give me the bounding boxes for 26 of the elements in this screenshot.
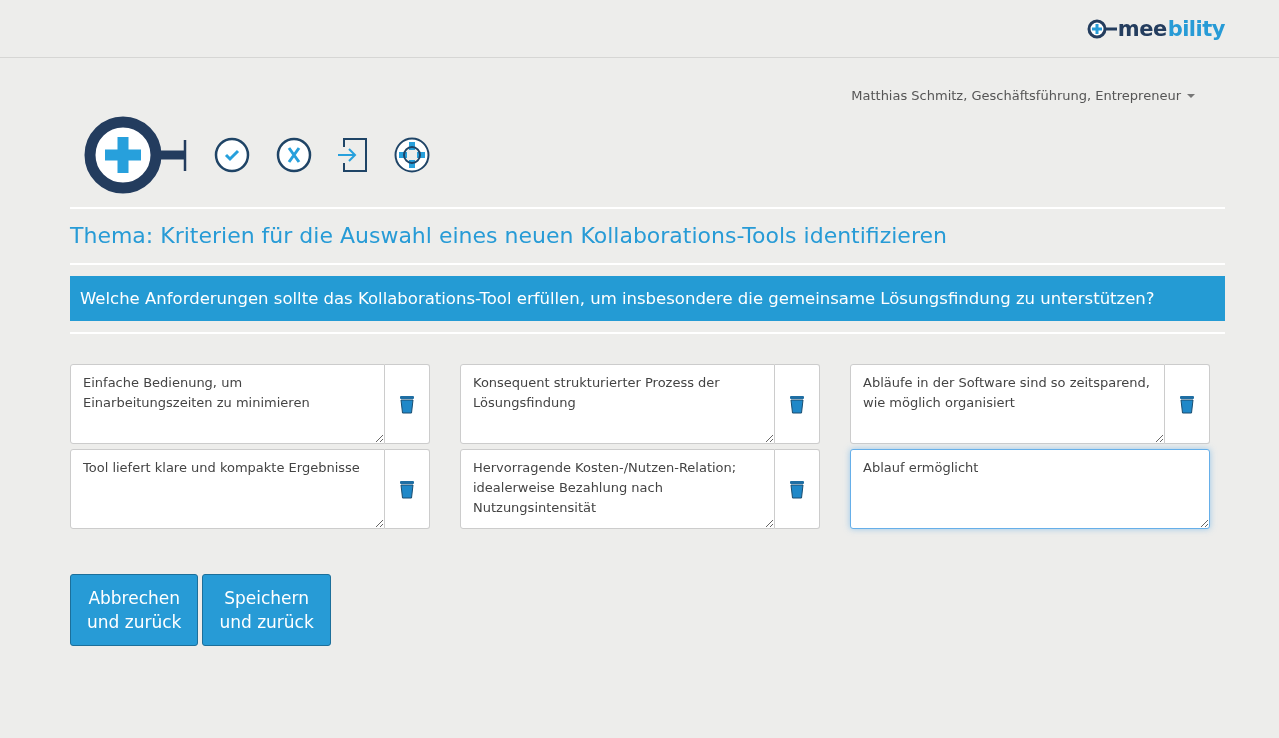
plus-magnifier-icon <box>84 116 188 194</box>
delete-button[interactable] <box>1165 364 1210 444</box>
answer-field[interactable]: Einfache Bedienung, um Einarbeitungszeiten zu minimieren <box>70 364 385 444</box>
trash-icon <box>789 479 805 499</box>
answer-field[interactable]: Ablauf ermöglicht <box>850 449 1210 529</box>
user-menu[interactable]: Matthias Schmitz, Geschäftsführung, Entrepreneur <box>851 88 1195 103</box>
answer-field[interactable]: Hervorragende Kosten-/Nutzen-Relation; idealerweise Bezahlung nach Nutzungsintensität <box>460 449 775 529</box>
topic-title: Thema: Kriterien für die Auswahl eines neuen Kollaborations-Tools identifizieren <box>70 209 1225 265</box>
delete-button[interactable] <box>385 449 430 529</box>
answer-field[interactable]: Konsequent strukturierter Prozess der Lösungsfindung <box>460 364 775 444</box>
trash-icon <box>399 394 415 414</box>
delete-button[interactable] <box>775 449 820 529</box>
answer-field[interactable]: Tool liefert klare und kompakte Ergebnisse <box>70 449 385 529</box>
lifebuoy-icon[interactable] <box>394 137 430 173</box>
trash-icon <box>399 479 415 499</box>
delete-button[interactable] <box>385 364 430 444</box>
check-icon[interactable] <box>214 137 250 173</box>
close-icon[interactable] <box>276 137 312 173</box>
question-banner: Welche Anforderungen sollte das Kollaborations-Tool erfüllen, um insbesondere die gemeinsame Lösungsfindung zu unterstützen? <box>70 276 1225 321</box>
meebility-logo: meebility <box>1086 16 1225 41</box>
trash-icon <box>789 394 805 414</box>
delete-button[interactable] <box>775 364 820 444</box>
caret-icon <box>1187 93 1195 98</box>
answer-field[interactable]: Abläufe in der Software sind so zeitsparend, wie möglich organisiert <box>850 364 1165 444</box>
trash-icon <box>1179 394 1195 414</box>
sign-in-icon[interactable] <box>338 137 368 173</box>
